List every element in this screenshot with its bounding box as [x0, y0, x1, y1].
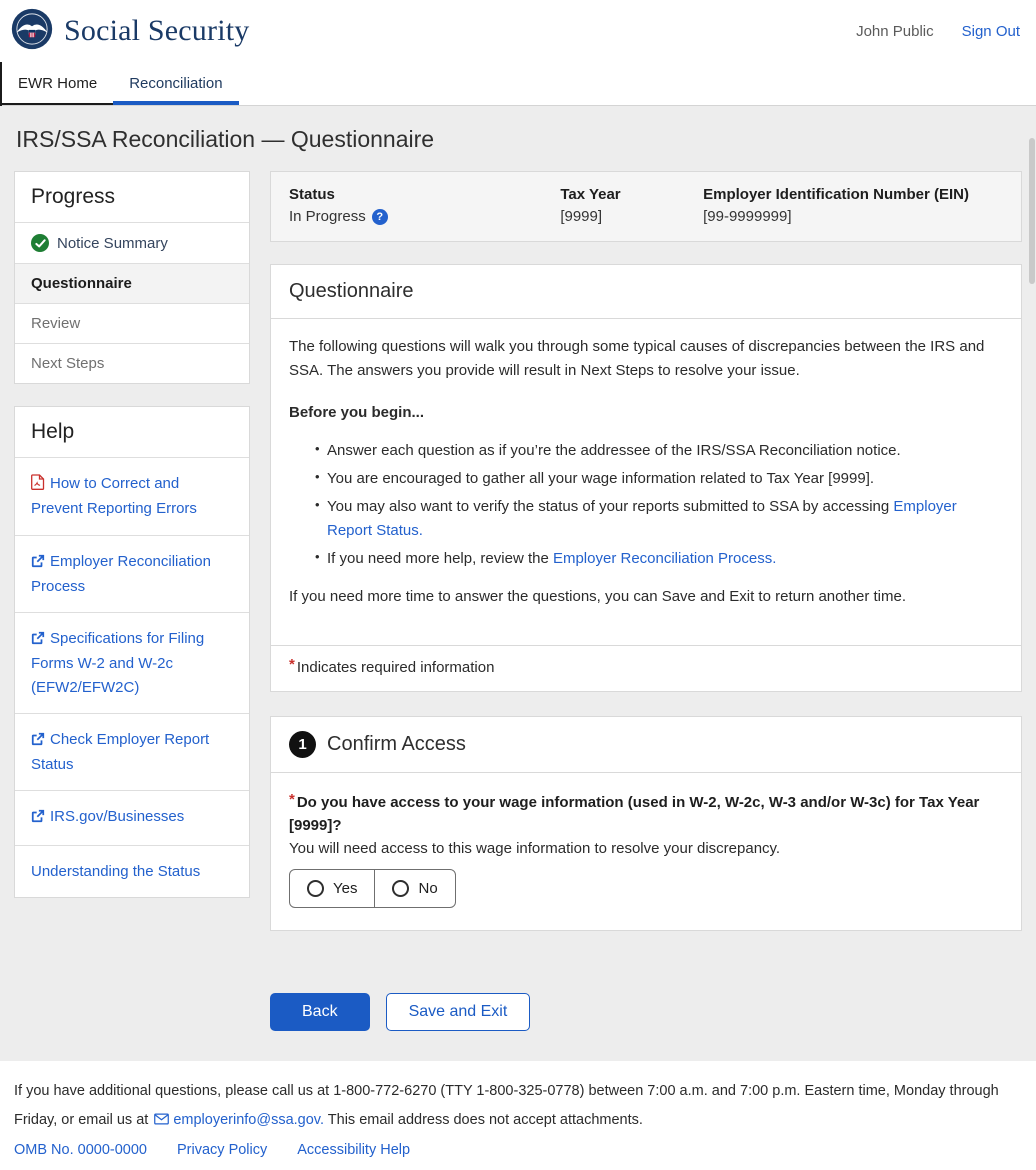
progress-item-review: Review — [15, 303, 249, 343]
status-label: Status — [289, 186, 560, 203]
radio-icon[interactable] — [392, 880, 409, 897]
sidebar: Progress Notice Summary Questionnaire Re… — [14, 171, 250, 898]
confirm-access-title: Confirm Access — [327, 733, 466, 756]
question-text: Do you have access to your wage informat… — [289, 794, 979, 834]
progress-item-questionnaire: Questionnaire — [15, 263, 249, 303]
ein-value: [99-9999999] — [703, 208, 1003, 225]
progress-item-label: Next Steps — [31, 355, 104, 372]
ssa-brand[interactable]: Social Security — [10, 7, 249, 56]
progress-item-label: Review — [31, 315, 80, 332]
questionnaire-panel-title: Questionnaire — [271, 265, 1021, 319]
help-link-employer-reconciliation-process[interactable]: Employer Reconciliation Process — [15, 535, 249, 613]
help-link-label: Understanding the Status — [31, 863, 200, 880]
help-link-irs-gov-businesses[interactable]: IRS.gov/Businesses — [15, 790, 249, 844]
list-item: You may also want to verify the status o… — [315, 495, 1003, 543]
footer-contact-text: If you have additional questions, please… — [14, 1077, 1004, 1136]
help-link-label: IRS.gov/Businesses — [50, 808, 184, 825]
check-icon — [31, 234, 49, 252]
status-help-icon[interactable]: ? — [372, 209, 388, 225]
employer-info-email-link[interactable]: employerinfo@ssa.gov. — [173, 1112, 324, 1128]
wage-access-helper-text: You will need access to this wage inform… — [289, 840, 1003, 857]
external-link-icon — [31, 629, 45, 652]
ssa-seal-logo-icon — [10, 7, 54, 56]
required-note-text: Indicates required information — [297, 659, 495, 676]
before-you-begin-heading: Before you begin... — [289, 401, 1003, 425]
accessibility-help-link[interactable]: Accessibility Help — [297, 1142, 410, 1158]
list-item: If you need more help, review the Employ… — [315, 547, 1003, 571]
employer-reconciliation-process-link[interactable]: Employer Reconciliation Process. — [553, 550, 776, 567]
help-link-label: Employer Reconciliation Process — [31, 553, 211, 595]
questionnaire-intro: The following questions will walk you th… — [289, 335, 1003, 383]
ein-label: Employer Identification Number (EIN) — [703, 186, 1003, 203]
progress-item-label: Questionnaire — [31, 275, 132, 292]
external-link-icon — [31, 730, 45, 753]
list-item: Answer each question as if you’re the ad… — [315, 439, 1003, 463]
required-asterisk: * — [289, 656, 295, 673]
help-link-correct-prevent-errors[interactable]: How to Correct and Prevent Reporting Err… — [15, 457, 249, 535]
help-link-label: Check Employer Report Status — [31, 731, 209, 773]
tax-year-field: Tax Year [9999] — [560, 186, 703, 225]
external-link-icon — [31, 807, 45, 830]
ein-field: Employer Identification Number (EIN) [99… — [703, 186, 1003, 225]
list-item: You are encouraged to gather all your wa… — [315, 467, 1003, 491]
progress-item-notice-summary[interactable]: Notice Summary — [15, 222, 249, 263]
footer-text-after-email: This email address does not accept attac… — [324, 1112, 643, 1128]
progress-item-label: Notice Summary — [57, 235, 168, 252]
status-field: Status In Progress ? — [289, 186, 560, 225]
radio-label: Yes — [333, 880, 357, 897]
required-information-note: *Indicates required information — [271, 645, 1021, 691]
omb-number-link[interactable]: OMB No. 0000-0000 — [14, 1142, 147, 1158]
progress-item-next-steps: Next Steps — [15, 343, 249, 383]
radio-option-yes[interactable]: Yes — [290, 870, 374, 907]
pdf-icon — [31, 474, 45, 497]
confirm-access-panel: 1 Confirm Access *Do you have access to … — [270, 716, 1022, 931]
back-button[interactable]: Back — [270, 993, 370, 1031]
radio-icon[interactable] — [307, 880, 324, 897]
required-asterisk: * — [289, 791, 295, 808]
help-link-check-employer-report-status[interactable]: Check Employer Report Status — [15, 713, 249, 791]
questionnaire-panel: Questionnaire The following questions wi… — [270, 264, 1022, 692]
tab-ewr-home[interactable]: EWR Home — [2, 62, 113, 105]
before-you-begin-list: Answer each question as if you’re the ad… — [315, 439, 1003, 571]
page-content: IRS/SSA Reconciliation — Questionnaire P… — [0, 106, 1036, 1061]
tab-reconciliation[interactable]: Reconciliation — [113, 62, 238, 105]
wage-access-question: *Do you have access to your wage informa… — [289, 791, 1003, 838]
bullet-text: You may also want to verify the status o… — [327, 498, 893, 515]
page-title: IRS/SSA Reconciliation — Questionnaire — [16, 126, 1022, 153]
help-heading: Help — [15, 407, 249, 457]
radio-label: No — [418, 880, 437, 897]
help-link-label: How to Correct and Prevent Reporting Err… — [31, 475, 197, 517]
page-footer: If you have additional questions, please… — [0, 1061, 1036, 1170]
main-nav-tabbar: EWR Home Reconciliation — [0, 62, 1036, 106]
status-summary-bar: Status In Progress ? Tax Year [9999] Emp… — [270, 171, 1022, 242]
bullet-text: You are encouraged to gather all your wa… — [327, 470, 874, 487]
status-value: In Progress — [289, 208, 366, 225]
envelope-icon — [154, 1107, 169, 1136]
privacy-policy-link[interactable]: Privacy Policy — [177, 1142, 267, 1158]
wage-access-radio-group: Yes No — [289, 869, 456, 908]
sign-out-link[interactable]: Sign Out — [962, 23, 1020, 40]
progress-heading: Progress — [15, 172, 249, 222]
tax-year-value: [9999] — [560, 208, 703, 225]
app-header: Social Security John Public Sign Out — [0, 0, 1036, 62]
help-panel: Help How to Correct and Prevent Reportin… — [14, 406, 250, 898]
progress-panel: Progress Notice Summary Questionnaire Re… — [14, 171, 250, 384]
bullet-text: Answer each question as if you’re the ad… — [327, 442, 901, 459]
external-link-icon — [31, 552, 45, 575]
user-name: John Public — [856, 23, 934, 40]
main-column: Status In Progress ? Tax Year [9999] Emp… — [270, 171, 1022, 1031]
brand-title: Social Security — [64, 14, 249, 48]
step-number-badge: 1 — [289, 731, 316, 758]
save-and-exit-button[interactable]: Save and Exit — [386, 993, 531, 1031]
radio-option-no[interactable]: No — [374, 870, 454, 907]
scrollbar-thumb[interactable] — [1029, 138, 1035, 284]
save-exit-note: If you need more time to answer the ques… — [289, 585, 1003, 609]
help-link-specifications-filing[interactable]: Specifications for Filing Forms W-2 and … — [15, 612, 249, 713]
bullet-text: If you need more help, review the — [327, 550, 553, 567]
tax-year-label: Tax Year — [560, 186, 703, 203]
form-actions: Back Save and Exit — [270, 993, 1022, 1031]
footer-links: OMB No. 0000-0000 Privacy Policy Accessi… — [14, 1142, 1022, 1158]
help-link-understanding-the-status[interactable]: Understanding the Status — [15, 845, 249, 897]
help-link-label: Specifications for Filing Forms W-2 and … — [31, 630, 204, 696]
